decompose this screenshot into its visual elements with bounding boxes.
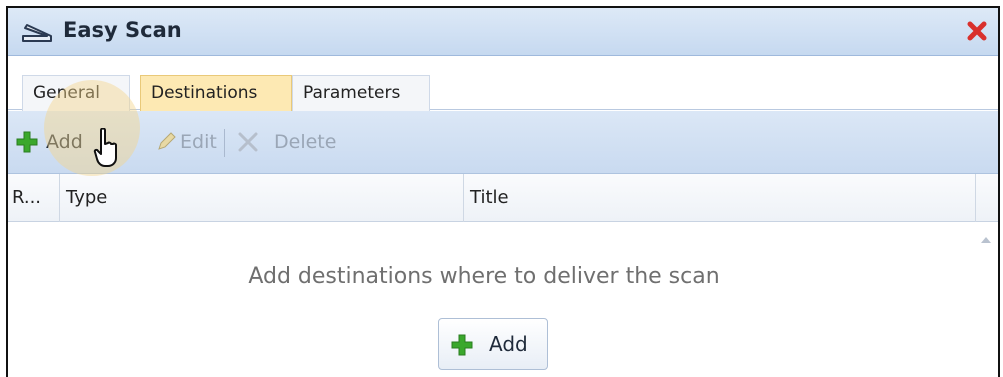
title-bar: Easy Scan xyxy=(8,8,998,56)
tab-bar: General Destinations Parameters xyxy=(8,56,998,111)
grid-header: R... Type Title xyxy=(8,174,998,222)
column-header-title[interactable]: Title xyxy=(464,174,976,222)
pencil-icon xyxy=(158,132,176,150)
plus-icon xyxy=(451,334,473,356)
tab-general[interactable]: General xyxy=(22,75,130,111)
add-button-label: Add xyxy=(46,131,83,153)
edit-button-label: Edit xyxy=(180,131,217,153)
tab-parameters[interactable]: Parameters xyxy=(292,75,430,111)
scroll-up-arrow-icon[interactable] xyxy=(980,234,992,244)
tab-destinations[interactable]: Destinations xyxy=(140,75,292,111)
delete-x-icon xyxy=(238,132,258,152)
destinations-list: Add destinations where to deliver the sc… xyxy=(8,222,998,377)
delete-button-label: Delete xyxy=(274,131,337,153)
plus-icon xyxy=(16,131,38,153)
toolbar: Add Edit Delete xyxy=(8,111,998,174)
add-destination-button-label: Add xyxy=(489,332,528,356)
toolbar-separator xyxy=(224,129,225,157)
scanner-icon xyxy=(22,24,52,42)
window-title: Easy Scan xyxy=(63,18,182,42)
empty-state-message: Add destinations where to deliver the sc… xyxy=(248,264,720,289)
column-header-type[interactable]: Type xyxy=(60,174,464,222)
easy-scan-window: Easy Scan General Destinations Parameter… xyxy=(6,6,1000,377)
column-header-spacer xyxy=(976,174,998,222)
add-destination-button[interactable]: Add xyxy=(438,318,548,370)
close-icon[interactable] xyxy=(966,20,988,42)
column-header-r[interactable]: R... xyxy=(8,174,60,222)
